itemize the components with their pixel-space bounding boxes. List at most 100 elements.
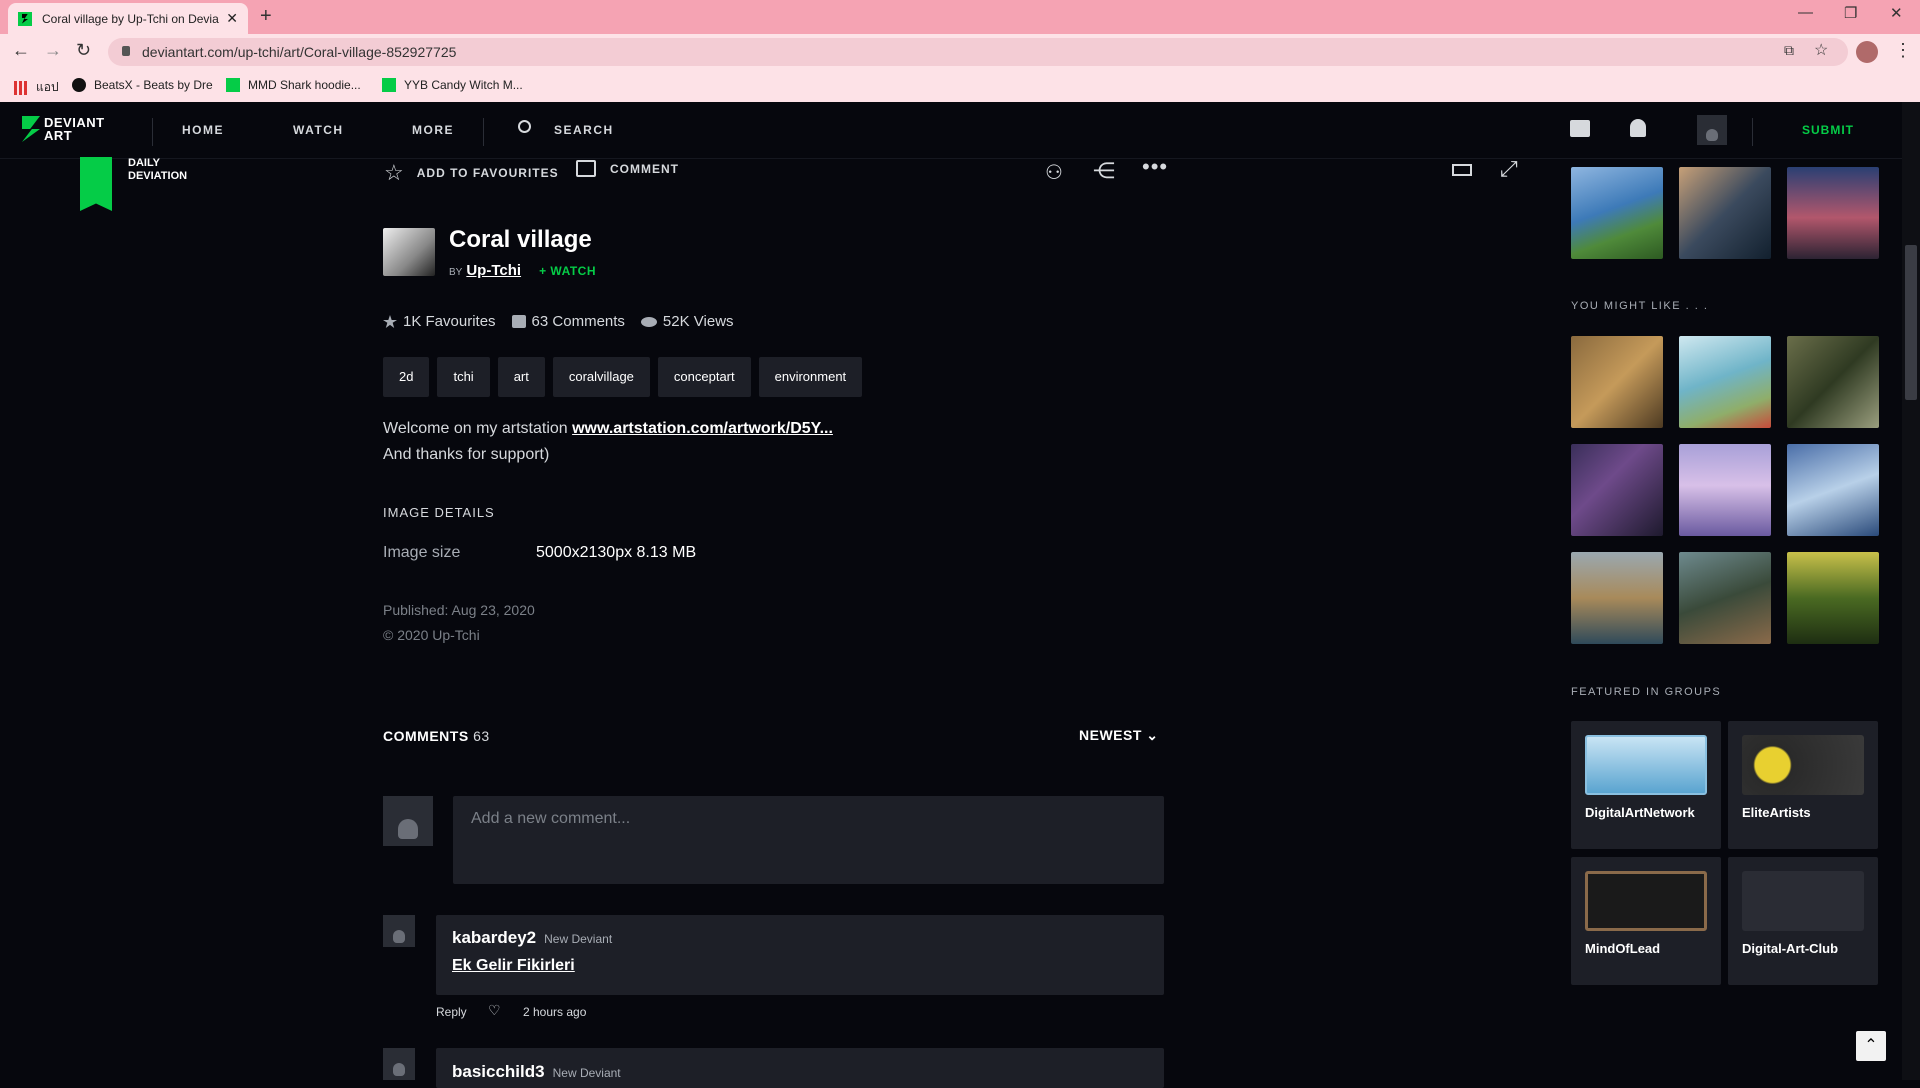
author-link[interactable]: Up-Tchi [466, 262, 521, 279]
comments-count: 63 [473, 728, 490, 744]
image-details-heading: IMAGE DETAILS [383, 505, 495, 520]
search-icon[interactable] [518, 120, 531, 133]
url-field[interactable]: deviantart.com/up-tchi/art/Coral-village… [108, 38, 1848, 66]
more-by-artist-thumbnail[interactable] [1679, 167, 1771, 259]
commenter-avatar[interactable] [383, 915, 415, 947]
sort-dropdown[interactable]: NEWEST ⌄ [1079, 727, 1159, 744]
bookmark-star-icon[interactable]: ☆ [1814, 40, 1828, 60]
group-card[interactable]: MindOfLead [1571, 857, 1721, 985]
profile-avatar-icon[interactable] [1856, 41, 1878, 63]
group-logo [1585, 871, 1707, 931]
recommended-thumbnail[interactable] [1679, 444, 1771, 536]
comment-item: kabardey2 New Deviant Ek Gelir Fikirleri [436, 915, 1164, 995]
recommended-thumbnail[interactable] [1679, 552, 1771, 644]
translate-icon[interactable]: ⧉ [1784, 42, 1794, 59]
theatre-mode-icon[interactable] [1452, 164, 1472, 176]
author-avatar[interactable] [383, 228, 435, 276]
tag[interactable]: 2d [383, 357, 430, 397]
published-date: Published: Aug 23, 2020 [383, 602, 535, 618]
comment-link[interactable]: Ek Gelir Fikirleri [452, 957, 575, 975]
nav-search[interactable]: SEARCH [554, 123, 614, 137]
recommended-thumbnail[interactable] [1787, 444, 1879, 536]
group-card[interactable]: EliteArtists [1728, 721, 1878, 849]
recommended-thumbnail[interactable] [1571, 552, 1663, 644]
close-tab-icon[interactable]: ✕ [226, 10, 238, 27]
address-bar-row: ← → ↻ deviantart.com/up-tchi/art/Coral-v… [0, 34, 1920, 70]
deviantart-logo[interactable]: DEVIANT ART [22, 116, 105, 142]
recommended-thumbnail[interactable] [1787, 552, 1879, 644]
description: Welcome on my artstation www.artstation.… [383, 420, 833, 463]
recommended-thumbnail[interactable] [1679, 336, 1771, 428]
bookmark-apps[interactable]: แอป [14, 78, 59, 97]
artstation-link[interactable]: www.artstation.com/artwork/D5Y... [572, 420, 833, 437]
tag[interactable]: coralvillage [552, 357, 650, 397]
more-options-icon[interactable]: ••• [1142, 154, 1168, 180]
group-name: Digital-Art-Club [1742, 941, 1839, 956]
more-by-artist-thumbnail[interactable] [1571, 167, 1663, 259]
chevron-down-icon: ⌄ [1146, 727, 1159, 743]
recommended-thumbnail[interactable] [1571, 444, 1663, 536]
chat-icon[interactable] [1570, 120, 1590, 137]
recommended-thumbnail[interactable] [1787, 336, 1879, 428]
favourites-stat: 1K Favourites [383, 313, 496, 330]
tag[interactable]: environment [758, 357, 863, 397]
nav-watch[interactable]: WATCH [293, 123, 344, 137]
group-card[interactable]: Digital-Art-Club [1728, 857, 1878, 985]
fullscreen-icon[interactable]: ⤢ [1500, 156, 1518, 182]
tag-list: 2d tchi art coralvillage conceptart envi… [383, 357, 870, 397]
user-avatar-icon[interactable] [1697, 115, 1727, 145]
browser-tab[interactable]: Coral village by Up-Tchi on Devia ✕ [8, 3, 248, 34]
daily-deviation-label: DAILY DEVIATION [128, 157, 188, 182]
byline: BY Up-Tchi + WATCH [449, 262, 596, 279]
deviantart-logo-icon [22, 116, 40, 142]
reload-icon[interactable]: ↻ [76, 40, 91, 61]
reply-button[interactable]: Reply [436, 1005, 467, 1019]
eye-icon [640, 316, 657, 327]
recommended-thumbnail[interactable] [1571, 336, 1663, 428]
close-window-icon[interactable]: ✕ [1890, 4, 1903, 22]
nav-more[interactable]: MORE [412, 123, 454, 137]
new-tab-icon[interactable]: + [260, 5, 272, 28]
commenter-name[interactable]: kabardey2 [452, 928, 536, 947]
forward-icon[interactable]: → [44, 40, 62, 61]
browser-menu-icon[interactable]: ⋮ [1894, 40, 1912, 61]
tag[interactable]: conceptart [657, 357, 751, 397]
commenter-avatar[interactable] [383, 1048, 415, 1080]
nav-home[interactable]: HOME [182, 123, 224, 137]
group-name: MindOfLead [1585, 941, 1661, 956]
star-icon [383, 315, 397, 328]
more-by-artist-thumbnail[interactable] [1787, 167, 1879, 259]
bookmark-mmd-shark[interactable]: MMD Shark hoodie... [226, 78, 361, 92]
divider [483, 118, 484, 146]
watchers-icon[interactable]: ⚇ [1045, 160, 1063, 185]
bookmark-beatsx[interactable]: BeatsX - Beats by Dre [72, 78, 213, 92]
views-stat: 52K Views [640, 313, 734, 330]
commenter-badge: New Deviant [544, 932, 613, 946]
bell-icon[interactable] [1630, 119, 1646, 137]
watch-button[interactable]: + WATCH [539, 264, 596, 278]
back-icon[interactable]: ← [12, 40, 30, 61]
scrollbar-thumb[interactable] [1905, 245, 1917, 400]
apps-grid-icon [14, 80, 28, 95]
restore-icon[interactable]: ❐ [1844, 4, 1857, 22]
bookmarks-bar: แอป BeatsX - Beats by Dre MMD Shark hood… [0, 70, 1920, 102]
back-to-top-button[interactable]: ⌃ [1856, 1031, 1886, 1061]
featured-in-groups-heading: FEATURED IN GROUPS [1571, 686, 1722, 698]
beats-icon [72, 78, 86, 92]
group-logo [1742, 871, 1864, 931]
commenter-badge: New Deviant [552, 1066, 621, 1080]
new-comment-field[interactable]: Add a new comment... [453, 796, 1164, 884]
bookmark-yyb-candy[interactable]: YYB Candy Witch M... [382, 78, 523, 92]
tab-title: Coral village by Up-Tchi on Devia [42, 11, 219, 26]
heart-icon[interactable]: ♡ [488, 1002, 501, 1019]
group-card[interactable]: DigitalArtNetwork [1571, 721, 1721, 849]
share-icon[interactable]: ⋲ [1093, 158, 1115, 184]
comment-time: 2 hours ago [523, 1005, 587, 1019]
submit-button[interactable]: SUBMIT [1802, 123, 1854, 137]
comment-button[interactable]: COMMENT [576, 160, 679, 177]
tag[interactable]: art [497, 357, 545, 397]
tag[interactable]: tchi [437, 357, 490, 397]
commenter-name[interactable]: basicchild3 [452, 1062, 545, 1081]
add-to-favourites-button[interactable]: ☆ ADD TO FAVOURITES [384, 160, 559, 186]
minimize-icon[interactable]: — [1798, 4, 1813, 21]
